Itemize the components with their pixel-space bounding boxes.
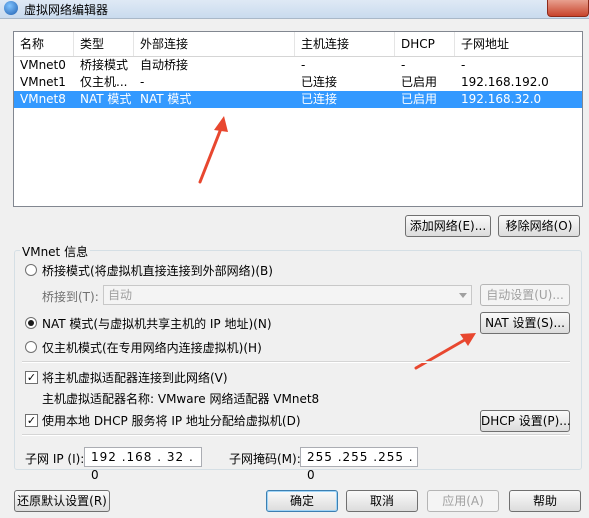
cell-host: - <box>301 58 306 72</box>
table-row-selected[interactable]: VMnet8 NAT 模式 NAT 模式 已连接 已启用 192.168.32.… <box>14 91 582 108</box>
cell-dhcp: 已启用 <box>401 92 438 106</box>
host-only-radio[interactable] <box>25 341 37 353</box>
subnet-ip-label: 子网 IP (I): <box>25 452 85 466</box>
cell-name: VMnet8 <box>20 92 66 106</box>
cell-external: - <box>140 75 145 89</box>
help-button[interactable]: 帮助 <box>509 490 581 512</box>
add-network-button[interactable]: 添加网络(E)... <box>405 215 491 237</box>
subnet-mask-label: 子网掩码(M): <box>229 452 301 466</box>
cell-type: NAT 模式 <box>80 92 132 106</box>
network-table[interactable]: 名称 类型 外部连接 主机连接 DHCP 子网地址 VMnet0 桥接模式 自动… <box>13 31 583 207</box>
cancel-button[interactable]: 取消 <box>346 490 418 512</box>
divider <box>22 361 570 363</box>
vmnet-info-label: VMnet 信息 <box>20 243 91 260</box>
cell-external: NAT 模式 <box>140 92 192 106</box>
column-header-host[interactable]: 主机连接 <box>295 32 395 56</box>
cell-type: 仅主机... <box>80 75 128 89</box>
title-bar: 虚拟网络编辑器 <box>0 0 589 19</box>
subnet-mask-field[interactable]: 255 .255 .255 . 0 <box>300 447 418 482</box>
cell-name: VMnet0 <box>20 58 66 72</box>
bridge-to-label: 桥接到(T): <box>42 290 99 304</box>
bridge-to-value: 自动 <box>108 288 133 302</box>
column-header-dhcp[interactable]: DHCP <box>395 32 455 56</box>
cell-dhcp: - <box>401 58 406 72</box>
app-icon <box>4 1 18 15</box>
restore-defaults-button[interactable]: 还原默认设置(R) <box>14 490 110 512</box>
column-header-type[interactable]: 类型 <box>74 32 134 56</box>
cell-subnet: 192.168.192.0 <box>461 75 549 89</box>
cell-name: VMnet1 <box>20 75 66 89</box>
cell-external: 自动桥接 <box>140 58 189 72</box>
cell-subnet: 192.168.32.0 <box>461 92 542 106</box>
divider <box>22 434 570 436</box>
nat-mode-label[interactable]: NAT 模式(与虚拟机共享主机的 IP 地址)(N) <box>42 315 272 332</box>
adapter-name-label: 主机虚拟适配器名称: VMware 网络适配器 VMnet8 <box>42 392 320 406</box>
connect-adapter-checkbox[interactable]: ✓ <box>25 371 38 384</box>
cell-dhcp: 已启用 <box>401 75 438 89</box>
subnet-ip-field[interactable]: 192 .168 . 32 . 0 <box>84 447 202 482</box>
remove-network-button[interactable]: 移除网络(O) <box>498 215 580 237</box>
vmnet-info-group <box>14 250 582 470</box>
bridged-mode-label[interactable]: 桥接模式(将虚拟机直接连接到外部网络)(B) <box>42 262 273 279</box>
host-only-label[interactable]: 仅主机模式(在专用网络内连接虚拟机)(H) <box>42 339 262 356</box>
chevron-down-icon <box>459 293 467 298</box>
window-title: 虚拟网络编辑器 <box>24 3 109 17</box>
column-header-subnet[interactable]: 子网地址 <box>455 32 582 56</box>
dhcp-checkbox[interactable]: ✓ <box>25 414 38 427</box>
dhcp-settings-button[interactable]: DHCP 设置(P)... <box>480 410 571 432</box>
cell-subnet: - <box>461 58 466 72</box>
column-header-external[interactable]: 外部连接 <box>134 32 295 56</box>
cell-host: 已连接 <box>301 75 338 89</box>
cell-type: 桥接模式 <box>80 58 129 72</box>
nat-mode-radio[interactable] <box>25 317 37 329</box>
table-row[interactable]: VMnet1 仅主机... - 已连接 已启用 192.168.192.0 <box>14 74 582 91</box>
apply-button: 应用(A) <box>427 490 499 512</box>
ok-button[interactable]: 确定 <box>266 490 338 512</box>
close-button[interactable] <box>547 0 589 17</box>
connect-adapter-label[interactable]: 将主机虚拟适配器连接到此网络(V) <box>42 369 228 386</box>
bridged-mode-radio[interactable] <box>25 264 37 276</box>
column-header-name[interactable]: 名称 <box>14 32 74 56</box>
auto-settings-button: 自动设置(U)... <box>480 284 570 306</box>
nat-settings-button[interactable]: NAT 设置(S)... <box>480 312 570 334</box>
table-row[interactable]: VMnet0 桥接模式 自动桥接 - - - <box>14 57 582 74</box>
dhcp-label[interactable]: 使用本地 DHCP 服务将 IP 地址分配给虚拟机(D) <box>42 412 301 429</box>
bridge-to-select: 自动 <box>103 285 472 305</box>
cell-host: 已连接 <box>301 92 338 106</box>
